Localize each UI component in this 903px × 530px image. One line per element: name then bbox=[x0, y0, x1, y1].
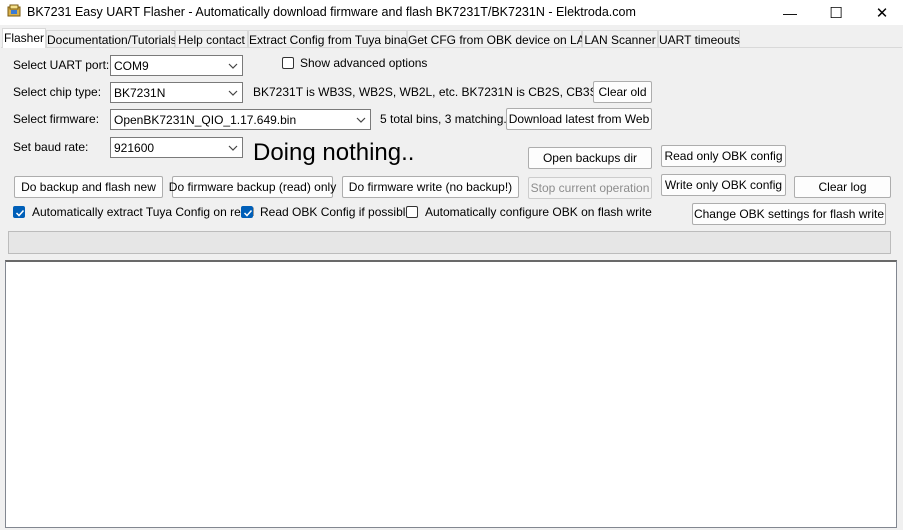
bins-info-text: 5 total bins, 3 matching. bbox=[380, 112, 507, 126]
minimize-button[interactable]: — bbox=[767, 0, 813, 25]
tab-documentation[interactable]: Documentation/Tutorials bbox=[46, 30, 177, 48]
tab-flasher[interactable]: Flasher bbox=[2, 28, 46, 48]
auto-extract-label: Automatically extract Tuya Config on rea… bbox=[32, 205, 255, 219]
chip-type-value: BK7231N bbox=[114, 86, 166, 100]
tab-strip: Flasher Documentation/Tutorials Help con… bbox=[0, 28, 903, 48]
status-text: Doing nothing.. bbox=[253, 139, 415, 166]
uart-port-label: Select UART port: bbox=[13, 58, 110, 72]
tab-lan-scanner[interactable]: LAN Scanner bbox=[582, 30, 658, 48]
checkmark-icon bbox=[243, 209, 253, 217]
tab-uart-timeouts[interactable]: UART timeouts bbox=[658, 30, 740, 48]
clear-old-button[interactable]: Clear old bbox=[593, 81, 652, 103]
firmware-label: Select firmware: bbox=[13, 112, 100, 126]
tab-help-contact[interactable]: Help contact bbox=[175, 30, 248, 48]
read-only-obk-button[interactable]: Read only OBK config bbox=[661, 145, 786, 167]
title-bar: BK7231 Easy UART Flasher - Automatically… bbox=[0, 0, 903, 25]
chip-type-label: Select chip type: bbox=[13, 85, 102, 99]
baud-rate-value: 921600 bbox=[114, 141, 155, 155]
uart-port-value: COM9 bbox=[114, 59, 149, 73]
progress-bar bbox=[8, 231, 891, 254]
chevron-down-icon bbox=[228, 90, 238, 96]
chevron-down-icon bbox=[356, 117, 366, 123]
write-only-obk-button[interactable]: Write only OBK config bbox=[661, 174, 786, 196]
app-icon bbox=[7, 4, 21, 17]
tab-extract-config[interactable]: Extract Config from Tuya binary bbox=[248, 30, 417, 48]
close-icon: ✕ bbox=[875, 4, 889, 22]
chip-type-select[interactable]: BK7231N bbox=[110, 82, 243, 103]
backup-and-flash-button[interactable]: Do backup and flash new bbox=[14, 176, 163, 198]
auto-extract-checkbox[interactable] bbox=[13, 206, 25, 218]
maximize-button[interactable]: ☐ bbox=[813, 0, 859, 25]
advanced-options-label: Show advanced options bbox=[300, 56, 428, 70]
firmware-write-button[interactable]: Do firmware write (no backup!) bbox=[342, 176, 519, 198]
log-textarea[interactable] bbox=[5, 260, 897, 528]
close-button[interactable]: ✕ bbox=[859, 0, 903, 25]
window-title: BK7231 Easy UART Flasher - Automatically… bbox=[27, 5, 636, 19]
auto-configure-label: Automatically configure OBK on flash wri… bbox=[425, 205, 652, 219]
firmware-select[interactable]: OpenBK7231N_QIO_1.17.649.bin bbox=[110, 109, 371, 130]
chevron-down-icon bbox=[228, 63, 238, 69]
chip-info-text: BK7231T is WB3S, WB2S, WB2L, etc. BK7231… bbox=[253, 85, 621, 99]
chevron-down-icon bbox=[228, 145, 238, 151]
firmware-backup-button[interactable]: Do firmware backup (read) only bbox=[169, 176, 336, 198]
baud-rate-label: Set baud rate: bbox=[13, 140, 89, 154]
read-obk-label: Read OBK Config if possible bbox=[260, 205, 413, 219]
minimize-icon: — bbox=[783, 4, 797, 21]
auto-configure-checkbox[interactable] bbox=[406, 206, 418, 218]
checkmark-icon bbox=[15, 209, 25, 217]
open-backups-button[interactable]: Open backups dir bbox=[528, 147, 652, 169]
read-obk-checkbox[interactable] bbox=[241, 206, 253, 218]
uart-port-select[interactable]: COM9 bbox=[110, 55, 243, 76]
change-obk-settings-button[interactable]: Change OBK settings for flash write bbox=[692, 203, 886, 225]
stop-operation-button[interactable]: Stop current operation bbox=[528, 177, 652, 199]
tab-get-cfg-lan[interactable]: Get CFG from OBK device on LAN bbox=[407, 30, 593, 48]
maximize-icon: ☐ bbox=[829, 4, 843, 22]
baud-rate-select[interactable]: 921600 bbox=[110, 137, 243, 158]
download-latest-button[interactable]: Download latest from Web bbox=[506, 108, 652, 130]
advanced-options-checkbox[interactable] bbox=[282, 57, 294, 69]
clear-log-button[interactable]: Clear log bbox=[794, 176, 891, 198]
firmware-value: OpenBK7231N_QIO_1.17.649.bin bbox=[114, 113, 297, 127]
